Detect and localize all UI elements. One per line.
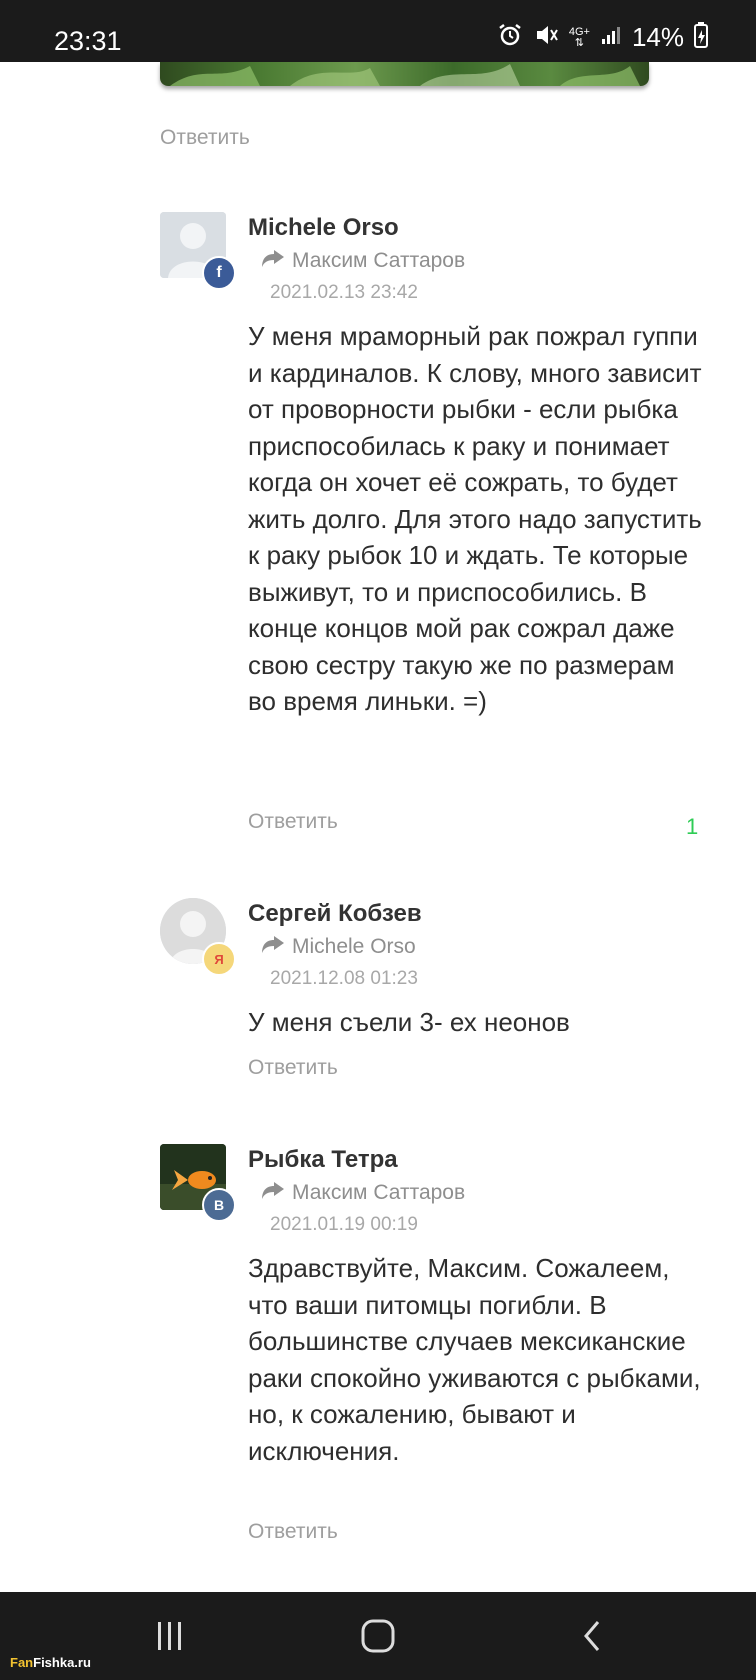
watermark-logo: FanFishka.ru bbox=[10, 1655, 91, 1670]
reply-to-name: Michele Orso bbox=[292, 935, 416, 958]
recent-apps-icon bbox=[158, 1622, 181, 1650]
reply-to[interactable]: Michele Orso bbox=[260, 934, 416, 960]
reply-to-name: Максим Саттаров bbox=[292, 1181, 466, 1204]
status-icons: 4G+ ⇅ 14% bbox=[497, 22, 708, 53]
comment-text: Здравствуйте, Максим. Сожалеем, что ваши… bbox=[248, 1253, 701, 1466]
reply-arrow-icon bbox=[260, 248, 286, 274]
back-icon bbox=[584, 1621, 600, 1651]
reply-link[interactable]: Ответить bbox=[248, 1056, 338, 1080]
back-button[interactable] bbox=[562, 1592, 622, 1680]
reply-to[interactable]: Максим Саттаров bbox=[260, 248, 465, 274]
facebook-icon: f bbox=[202, 256, 236, 290]
reply-arrow-icon bbox=[260, 1180, 286, 1206]
like-count[interactable]: 1 bbox=[686, 814, 698, 840]
comment-text: У меня мраморный рак пожрал гуппи и кард… bbox=[248, 321, 702, 716]
reply-to-name: Максим Саттаров bbox=[292, 249, 466, 272]
post-image bbox=[160, 62, 649, 86]
navigation-bar: FanFishka.ru bbox=[0, 1592, 756, 1680]
reply-link[interactable]: Ответить bbox=[160, 126, 250, 150]
mute-icon bbox=[533, 22, 559, 53]
comment: f Michele Orso Максим Саттаров 2021.02.1… bbox=[160, 212, 720, 839]
battery-percent: 14% bbox=[631, 22, 684, 52]
home-button[interactable] bbox=[348, 1592, 408, 1680]
reply-arrow-icon bbox=[260, 934, 286, 960]
yandex-icon: Я bbox=[202, 942, 236, 976]
status-time: 23:31 bbox=[54, 26, 122, 56]
reply-link[interactable]: Ответить bbox=[248, 810, 338, 834]
comment-date: 2021.12.08 01:23 bbox=[270, 968, 418, 989]
comment: B Рыбка Тетра Максим Саттаров 2021.01.19… bbox=[160, 1144, 720, 1554]
avatar[interactable]: B bbox=[160, 1144, 236, 1222]
vk-icon: B bbox=[202, 1188, 236, 1222]
comment-date: 2021.01.19 00:19 bbox=[270, 1214, 418, 1235]
network-icon: 4G+ ⇅ bbox=[568, 25, 590, 49]
comment-author[interactable]: Сергей Кобзев bbox=[248, 900, 422, 928]
avatar[interactable]: f bbox=[160, 212, 236, 290]
home-icon bbox=[361, 1619, 395, 1653]
alarm-icon bbox=[497, 22, 523, 53]
comment: Я Сергей Кобзев Michele Orso 2021.12.08 … bbox=[160, 898, 720, 1080]
comment-author[interactable]: Michele Orso bbox=[248, 214, 399, 242]
comment-text: У меня съели 3- ех неонов bbox=[248, 1007, 570, 1037]
battery-charging-icon bbox=[694, 22, 708, 53]
recent-apps-button[interactable] bbox=[140, 1592, 200, 1680]
signal-icon bbox=[600, 24, 622, 51]
reply-to[interactable]: Максим Саттаров bbox=[260, 1180, 465, 1206]
comment-date: 2021.02.13 23:42 bbox=[270, 282, 418, 303]
status-bar: 23:31 4G+ ⇅ 14% bbox=[0, 0, 756, 62]
avatar[interactable]: Я bbox=[160, 898, 236, 976]
reply-link[interactable]: Ответить bbox=[248, 1520, 338, 1544]
comment-author[interactable]: Рыбка Тетра bbox=[248, 1146, 398, 1174]
